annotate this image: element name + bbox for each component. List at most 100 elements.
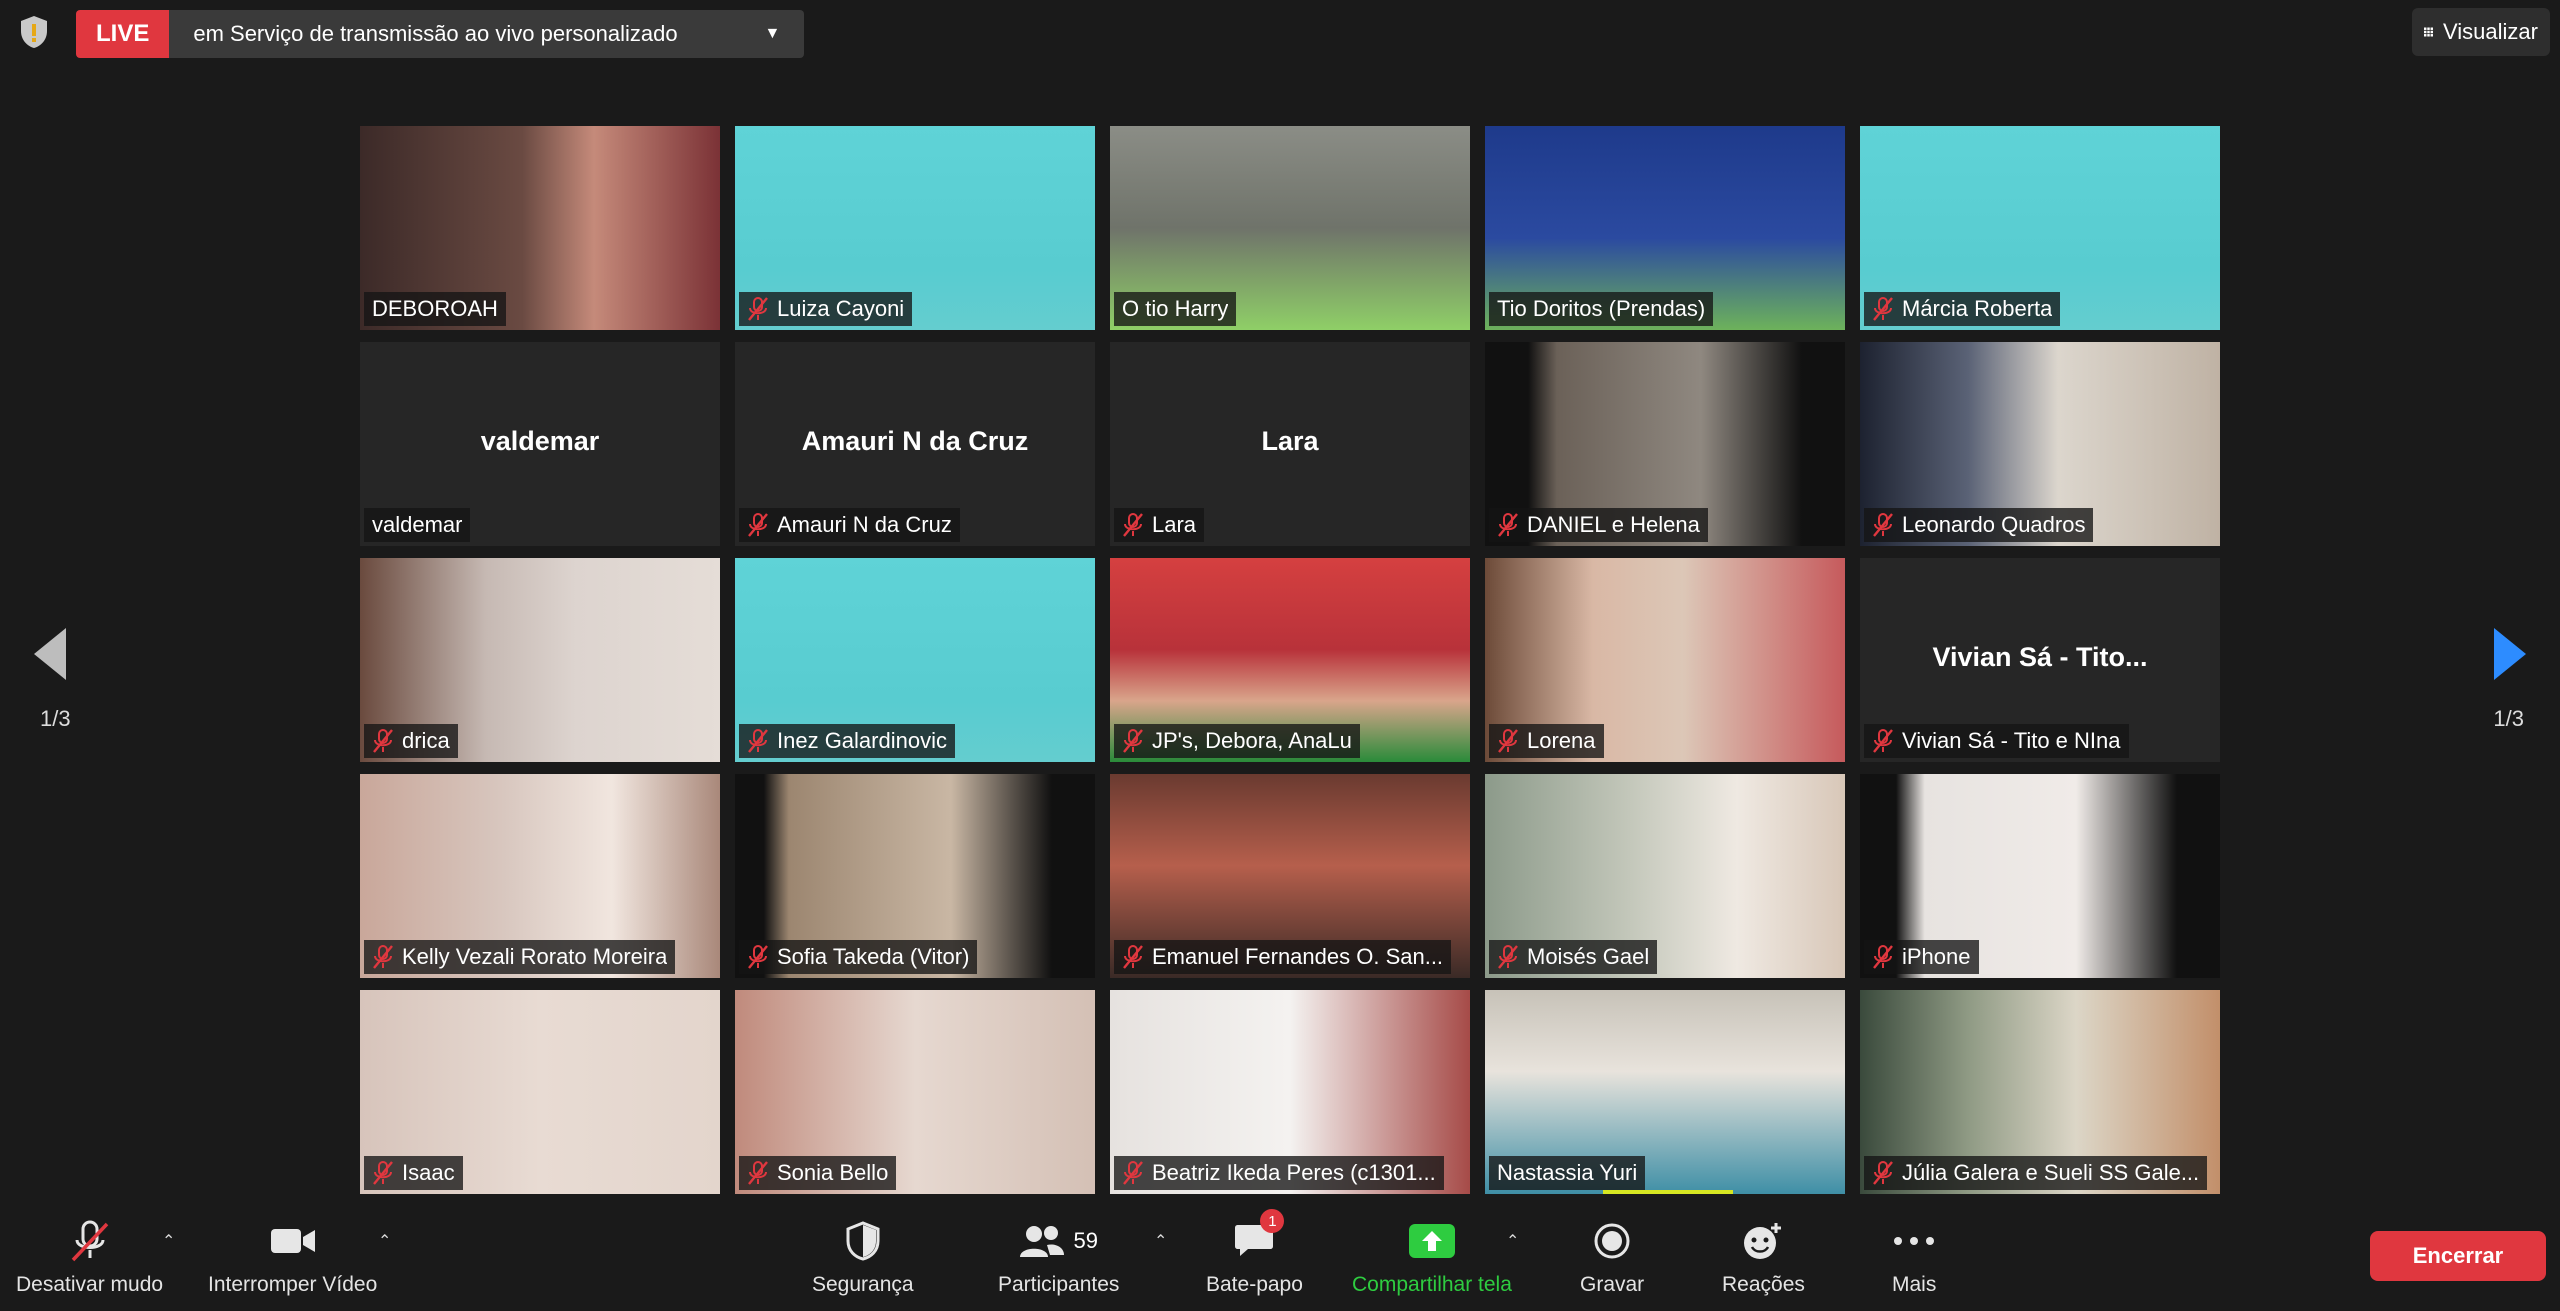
next-page-arrow-icon[interactable] bbox=[2494, 628, 2526, 680]
chat-bubble-icon: 1 bbox=[1234, 1209, 1285, 1267]
participant-tile[interactable]: Vivian Sá - Tito... Vivian Sá - Tito e NI… bbox=[1860, 558, 2220, 762]
share-screen-button[interactable]: Compartilhar tela bbox=[1352, 1215, 1512, 1297]
reactions-label: Reações bbox=[1722, 1273, 1805, 1296]
page-indicator-right: 1/3 bbox=[2493, 706, 2524, 731]
participant-name-tag: valdemar bbox=[364, 508, 471, 542]
more-button[interactable]: Mais bbox=[1892, 1215, 1936, 1297]
participant-name: DEBOROAH bbox=[372, 296, 498, 321]
participant-tile[interactable]: Beatriz Ikeda Peres (c1301... bbox=[1110, 990, 1470, 1194]
participant-display-name: Amauri N da Cruz bbox=[801, 426, 1029, 456]
live-stream-control[interactable]: LIVE em Serviço de transmissão ao vivo p… bbox=[76, 10, 805, 58]
participant-tile[interactable]: Sonia Bello bbox=[735, 990, 1095, 1194]
reactions-button[interactable]: Reações bbox=[1722, 1215, 1805, 1297]
participant-name: Márcia Roberta bbox=[1902, 296, 2053, 321]
video-gallery: DEBOROAH Luiza Cayoni O tio Harry Tio Do… bbox=[360, 126, 2220, 1194]
participant-tile[interactable]: Lara Lara bbox=[1110, 342, 1470, 546]
unmute-button[interactable]: Desativar mudo bbox=[16, 1215, 163, 1297]
participant-tile[interactable]: DANIEL e Helena bbox=[1485, 342, 1845, 546]
participant-name: O tio Harry bbox=[1122, 296, 1229, 321]
participant-tile[interactable]: Isaac bbox=[360, 990, 720, 1194]
participant-name-tag: Sofia Takeda (Vitor) bbox=[739, 940, 978, 974]
audio-options-chevron-icon[interactable]: ⌃ bbox=[162, 1231, 175, 1251]
participant-name-tag: Amauri N da Cruz bbox=[739, 508, 960, 542]
participant-name: iPhone bbox=[1902, 944, 1971, 969]
microphone-muted-icon bbox=[1497, 512, 1519, 538]
microphone-muted-icon bbox=[1872, 296, 1894, 322]
participant-name: Emanuel Fernandes O. San... bbox=[1152, 944, 1444, 969]
participant-tile[interactable]: valdemar valdemar bbox=[360, 342, 720, 546]
participant-name-tag: DANIEL e Helena bbox=[1489, 508, 1708, 542]
microphone-muted-icon bbox=[747, 1160, 769, 1186]
participant-tile[interactable]: Emanuel Fernandes O. San... bbox=[1110, 774, 1470, 978]
participant-tile-speaking[interactable]: Nastassia Yuri bbox=[1485, 990, 1845, 1194]
emoji-plus-icon bbox=[1742, 1215, 1784, 1267]
participant-tile[interactable]: Márcia Roberta bbox=[1860, 126, 2220, 330]
video-camera-icon bbox=[269, 1215, 317, 1267]
participant-tile[interactable]: iPhone bbox=[1860, 774, 2220, 978]
participant-tile[interactable]: Júlia Galera e Sueli SS Gale... bbox=[1860, 990, 2220, 1194]
shield-icon bbox=[845, 1215, 881, 1267]
participant-name-tag: iPhone bbox=[1864, 940, 1979, 974]
participant-name-tag: Tio Doritos (Prendas) bbox=[1489, 292, 1714, 326]
share-options-chevron-icon[interactable]: ⌃ bbox=[1506, 1231, 1519, 1251]
participant-name-tag: Júlia Galera e Sueli SS Gale... bbox=[1864, 1156, 2208, 1190]
participant-tile[interactable]: Kelly Vezali Rorato Moreira bbox=[360, 774, 720, 978]
microphone-muted-icon bbox=[1497, 728, 1519, 754]
participant-tile[interactable]: JP's, Debora, AnaLu bbox=[1110, 558, 1470, 762]
live-stream-dropdown[interactable]: em Serviço de transmissão ao vivo person… bbox=[169, 10, 805, 58]
security-button[interactable]: Segurança bbox=[812, 1215, 914, 1297]
microphone-muted-icon bbox=[372, 944, 394, 970]
microphone-muted-icon bbox=[1497, 944, 1519, 970]
participant-name: drica bbox=[402, 728, 450, 753]
previous-page-arrow-icon[interactable] bbox=[34, 628, 66, 680]
more-dots-icon bbox=[1893, 1215, 1935, 1267]
microphone-muted-icon bbox=[1872, 512, 1894, 538]
participant-tile[interactable]: Sofia Takeda (Vitor) bbox=[735, 774, 1095, 978]
participant-name: Lorena bbox=[1527, 728, 1596, 753]
participant-tile[interactable]: Luiza Cayoni bbox=[735, 126, 1095, 330]
participant-tile[interactable]: DEBOROAH bbox=[360, 126, 720, 330]
record-button[interactable]: Gravar bbox=[1580, 1215, 1644, 1297]
record-label: Gravar bbox=[1580, 1273, 1645, 1296]
participant-tile[interactable]: Leonardo Quadros bbox=[1860, 342, 2220, 546]
participant-tile[interactable]: Amauri N da Cruz Amauri N da Cruz bbox=[735, 342, 1095, 546]
participant-display-name: valdemar bbox=[480, 426, 600, 456]
microphone-muted-icon bbox=[1122, 944, 1144, 970]
end-meeting-button[interactable]: Encerrar bbox=[2370, 1231, 2546, 1281]
microphone-muted-icon bbox=[1122, 1160, 1144, 1186]
participant-name: Lara bbox=[1152, 512, 1197, 537]
microphone-muted-icon bbox=[1122, 728, 1144, 754]
participants-icon: 59 bbox=[1019, 1215, 1098, 1267]
meeting-toolbar: Desativar mudo ⌃ Interromper Vídeo ⌃ Seg… bbox=[0, 1205, 2560, 1311]
participant-name-tag: Leonardo Quadros bbox=[1864, 508, 2094, 542]
participant-name: valdemar bbox=[372, 512, 463, 537]
stop-video-label: Interromper Vídeo bbox=[208, 1273, 378, 1296]
grid-icon bbox=[2424, 27, 2434, 37]
participant-name: Kelly Vezali Rorato Moreira bbox=[402, 944, 668, 969]
participant-tile[interactable]: Moisés Gael bbox=[1485, 774, 1845, 978]
chat-button[interactable]: 1 Bate-papo bbox=[1206, 1209, 1303, 1297]
participant-tile-active[interactable]: Tio Doritos (Prendas) bbox=[1485, 126, 1845, 330]
participant-name-tag: Emanuel Fernandes O. San... bbox=[1114, 940, 1452, 974]
participants-label: Participantes bbox=[998, 1273, 1120, 1296]
stop-video-button[interactable]: Interromper Vídeo bbox=[208, 1215, 377, 1297]
participant-name: Beatriz Ikeda Peres (c1301... bbox=[1152, 1160, 1436, 1185]
microphone-muted-icon bbox=[1872, 728, 1894, 754]
participant-name-tag: Isaac bbox=[364, 1156, 463, 1190]
microphone-muted-icon bbox=[67, 1215, 113, 1267]
security-shield-icon[interactable] bbox=[16, 14, 52, 50]
microphone-muted-icon bbox=[372, 1160, 394, 1186]
participant-tile[interactable]: Lorena bbox=[1485, 558, 1845, 762]
participant-name-tag: Kelly Vezali Rorato Moreira bbox=[364, 940, 676, 974]
participant-name-tag: DEBOROAH bbox=[364, 292, 506, 326]
participant-name: Leonardo Quadros bbox=[1902, 512, 2086, 537]
view-button[interactable]: Visualizar bbox=[2412, 8, 2550, 56]
participants-options-chevron-icon[interactable]: ⌃ bbox=[1154, 1231, 1167, 1251]
video-options-chevron-icon[interactable]: ⌃ bbox=[378, 1231, 391, 1251]
participants-button[interactable]: 59 Participantes bbox=[998, 1215, 1119, 1297]
participant-name-tag: Márcia Roberta bbox=[1864, 292, 2061, 326]
record-icon bbox=[1593, 1215, 1631, 1267]
participant-tile[interactable]: drica bbox=[360, 558, 720, 762]
participant-tile[interactable]: O tio Harry bbox=[1110, 126, 1470, 330]
participant-tile[interactable]: Inez Galardinovic bbox=[735, 558, 1095, 762]
